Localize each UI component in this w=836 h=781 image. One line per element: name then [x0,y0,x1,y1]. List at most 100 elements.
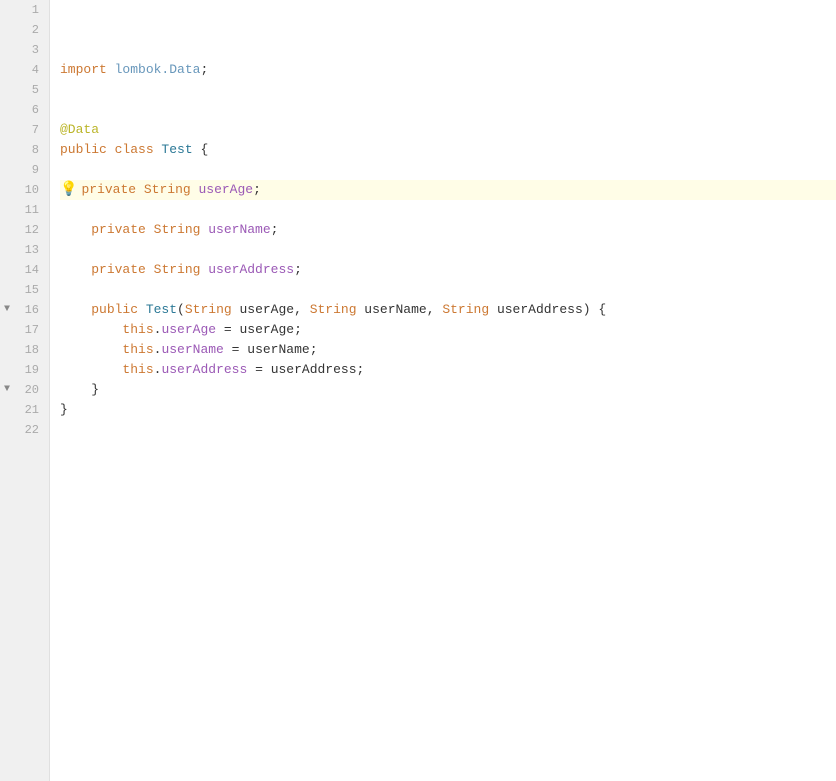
keyword-class: class [115,140,162,160]
comma-16a: , [294,300,310,320]
param-username: userName [364,300,426,320]
ln-22: 22 [25,420,39,440]
line-17: 17 [0,320,49,340]
this-username: userName [161,340,223,360]
semicolon-12: ; [271,220,279,240]
code-line-14: private String userAddress; [60,260,836,280]
code-line-19: this.userAddress = userAddress; [60,360,836,380]
semicolon-4: ; [200,60,208,80]
param-useraddress: userAddress [497,300,583,320]
param-userage: userAge [239,300,294,320]
line-2: 2 [0,20,49,40]
ln-16: 16 [25,300,39,320]
line-8: 8 [0,140,49,160]
code-line-8: public class Test { [60,140,836,160]
brace-close-20: } [91,380,99,400]
bulb-icon-10[interactable]: 💡 [60,180,77,200]
code-line-15 [60,280,836,300]
semi-17: ; [294,320,302,340]
ln-9: 9 [32,160,39,180]
code-line-4: import lombok.Data; [60,60,836,80]
code-editor: 1 2 3 4 5 6 7 8 9 10 11 12 13 14 15 ▼ 16… [0,0,836,781]
annotation-data: @Data [60,120,99,140]
line-19: 19 [0,360,49,380]
ln-18: 18 [25,340,39,360]
val-username: userName [247,340,309,360]
semicolon-10: ; [253,180,261,200]
ln-1: 1 [32,0,39,20]
line-14: 14 [0,260,49,280]
method-test: Test [146,300,177,320]
line-1: 1 [0,0,49,20]
indent-16 [60,300,91,320]
keyword-public-16: public [91,300,146,320]
code-line-17: this.userAge = userAge; [60,320,836,340]
paren-open-16: ( [177,300,185,320]
ln-14: 14 [25,260,39,280]
code-line-20: } [60,380,836,400]
comma-16b: , [427,300,443,320]
keyword-import: import [60,60,115,80]
keyword-private-10: private [81,180,143,200]
brace-close-21: } [60,400,68,420]
code-content: import lombok.Data; @Data public class T… [50,0,836,781]
code-line-21: } [60,400,836,420]
this-useraddress: userAddress [161,360,247,380]
line-6: 6 [0,100,49,120]
assign-19: = [247,360,270,380]
indent-19 [60,360,122,380]
line-16: ▼ 16 [0,300,49,320]
field-useraddress: userAddress [208,260,294,280]
keyword-this-19: this [122,360,153,380]
dot-19: . [154,360,162,380]
type-string-16c: String [442,300,497,320]
keyword-private-12: private [91,220,153,240]
line-22: 22 [0,420,49,440]
val-userage: userAge [239,320,294,340]
line-13: 13 [0,240,49,260]
line-11: 11 [0,200,49,220]
ln-12: 12 [25,220,39,240]
indent-12 [60,220,91,240]
keyword-this-17: this [122,320,153,340]
type-string-16b: String [310,300,365,320]
keyword-private-14: private [91,260,153,280]
line-numbers: 1 2 3 4 5 6 7 8 9 10 11 12 13 14 15 ▼ 16… [0,0,50,781]
line-9: 9 [0,160,49,180]
import-path: lombok.Data [115,60,201,80]
ln-10: 10 [25,180,39,200]
code-line-22 [60,420,836,440]
ln-11: 11 [25,200,39,220]
fold-icon-16[interactable]: ▼ [4,300,10,320]
class-test: Test [161,140,192,160]
type-string-16a: String [185,300,240,320]
line-20: ▼ 20 [0,380,49,400]
line-12: 12 [0,220,49,240]
line-10: 10 [0,180,49,200]
indent-20 [60,380,91,400]
paren-close-16: ) { [583,300,606,320]
code-line-9 [60,160,836,180]
line-21: 21 [0,400,49,420]
indent-14 [60,260,91,280]
assign-18: = [224,340,247,360]
indent-18 [60,340,122,360]
ln-20: 20 [25,380,39,400]
code-line-5 [60,80,836,100]
line-4: 4 [0,60,49,80]
fold-icon-20[interactable]: ▼ [4,380,10,400]
code-line-3 [60,40,836,60]
this-userage: userAge [161,320,216,340]
line-5: 5 [0,80,49,100]
ln-6: 6 [32,100,39,120]
line-3: 3 [0,40,49,60]
code-line-16: public Test(String userAge, String userN… [60,300,836,320]
val-useraddress: userAddress [271,360,357,380]
keyword-this-18: this [122,340,153,360]
code-line-6 [60,100,836,120]
ln-3: 3 [32,40,39,60]
code-line-11 [60,200,836,220]
field-userage: userAge [198,180,253,200]
line-15: 15 [0,280,49,300]
indent-17 [60,320,122,340]
